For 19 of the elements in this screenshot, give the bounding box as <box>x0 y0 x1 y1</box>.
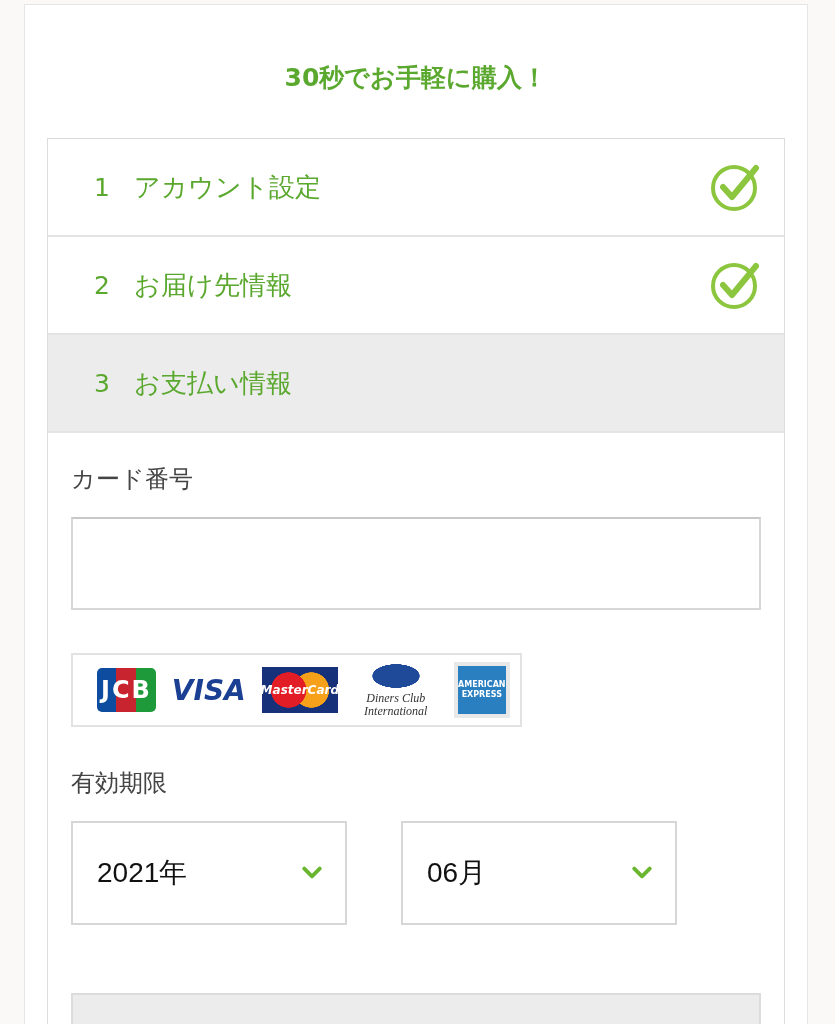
field-label: カード番号 <box>71 464 194 495</box>
month-select[interactable]: 06月 <box>401 821 677 925</box>
step-label: お支払い情報 <box>134 366 293 400</box>
amex-logo: AMERICAN EXPRESS <box>453 662 510 718</box>
check-icon <box>710 260 760 310</box>
step-number: 1 <box>94 172 111 202</box>
step-label: お届け先情報 <box>134 268 293 302</box>
step-number: 2 <box>94 270 111 300</box>
step-label: アカウント設定 <box>134 170 322 204</box>
chevron-down-icon <box>631 866 653 880</box>
check-icon <box>710 162 760 212</box>
chevron-down-icon <box>301 866 323 880</box>
step-number: 3 <box>94 368 111 398</box>
card-number-field[interactable] <box>71 517 761 610</box>
page-title: 30秒でお手軽に購入！ <box>283 62 549 94</box>
field-label: 有効期限 <box>71 768 168 799</box>
visa-logo: VISA <box>171 673 246 707</box>
step-row[interactable]: 3 お支払い情報 <box>48 335 784 433</box>
year-select[interactable]: 2021年 <box>71 821 347 925</box>
